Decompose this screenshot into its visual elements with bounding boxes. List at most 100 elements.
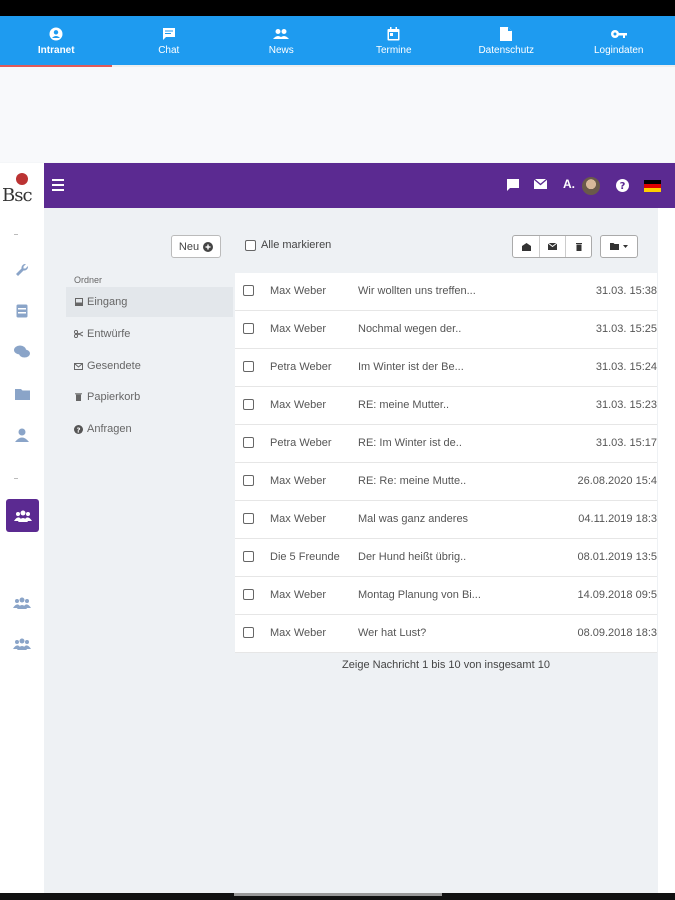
new-message-button[interactable]: Neu [171,235,221,258]
new-button-label: Neu [178,240,200,253]
message-subject: RE: Im Winter ist de.. [358,437,462,449]
chat-bubble-icon[interactable] [507,179,519,191]
message-subject: Der Hund heißt übrig.. [358,551,467,563]
envelope-open-icon [521,242,531,251]
menu-icon[interactable] [52,179,64,194]
folder-entwuerfe[interactable]: Entwürfe [66,319,233,349]
left-sidebar: Bsc [0,163,44,893]
document-icon [500,26,513,42]
tab-label: Chat [158,44,180,56]
svg-text:?: ? [620,181,626,192]
row-checkbox[interactable] [243,437,254,448]
right-margin [658,208,675,893]
row-checkbox[interactable] [243,551,254,562]
message-sender: Petra Weber [270,361,332,373]
row-checkbox[interactable] [243,399,254,410]
message-row[interactable]: Max Weber Wir wollten uns treffen... 31.03… [235,273,657,311]
divider [14,234,18,235]
tab-logindaten[interactable]: Logindaten [563,16,675,65]
message-sender: Max Weber [270,285,327,297]
scissors-icon [74,330,83,338]
group-icon[interactable] [13,594,31,612]
folder-label: Entwürfe [87,328,131,340]
row-checkbox[interactable] [243,627,254,638]
user-icon[interactable] [13,426,31,444]
folder-label: Papierkorb [87,391,141,403]
wrench-icon[interactable] [13,261,31,279]
key-icon [610,26,627,42]
folder-eingang[interactable]: Eingang [66,287,233,317]
message-date: 08.09.2018 18:3 [577,627,657,639]
mark-read-button[interactable] [513,236,539,257]
tab-label: News [268,44,294,56]
message-row[interactable]: Petra Weber RE: Im Winter ist de.. 31.03. … [235,425,657,463]
users-icon[interactable] [6,499,39,532]
row-checkbox[interactable] [243,323,254,334]
checkbox[interactable] [245,239,256,251]
message-row[interactable]: Max Weber Nochmal wegen der.. 31.03. 15:25 [235,311,657,349]
folder-icon[interactable] [13,385,31,403]
home-indicator [234,893,442,896]
message-row[interactable]: Max Weber RE: meine Mutter.. 31.03. 15:23 [235,387,657,425]
message-row[interactable]: Die 5 Freunde Der Hund heißt übrig.. 08.01… [235,539,657,577]
german-flag-icon[interactable] [644,180,661,192]
folder-papierkorb[interactable]: Papierkorb [66,382,233,412]
message-row[interactable]: Max Weber Montag Planung von Bi... 14.09.2… [235,577,657,615]
mark-all-checkbox[interactable]: Alle markieren [245,239,331,251]
message-row[interactable]: Max Weber Wer hat Lust? 08.09.2018 18:3 [235,615,657,653]
row-checkbox[interactable] [243,513,254,524]
tab-termine[interactable]: Termine [338,16,451,65]
app-header: A. ? [44,163,675,208]
message-date: 31.03. 15:24 [595,361,657,373]
message-sender: Max Weber [270,589,327,601]
caret-down-icon [623,245,628,248]
tab-datenschutz[interactable]: Datenschutz [450,16,563,65]
message-date: 26.08.2020 15:4 [577,475,657,487]
inbox-icon [74,298,83,306]
message-subject: Montag Planung von Bi... [358,589,481,601]
avatar[interactable] [582,177,600,195]
user-name[interactable]: A. [563,177,575,191]
row-checkbox[interactable] [243,361,254,372]
move-to-folder-dropdown[interactable] [600,235,638,258]
message-row[interactable]: Max Weber RE: Re: meine Mutte.. 26.08.2020… [235,463,657,501]
mail-icon[interactable] [534,179,547,189]
storage-icon[interactable] [13,302,31,320]
help-icon[interactable]: ? [616,179,629,192]
envelope-icon [548,243,557,250]
delete-button[interactable] [565,236,591,257]
folder-label: Gesendete [87,360,141,372]
comments-icon[interactable] [13,343,31,361]
folder-anfragen[interactable]: ? Anfragen [66,414,233,444]
tab-label: Logindaten [594,44,644,56]
row-checkbox[interactable] [243,589,254,600]
question-icon: ? [74,424,83,434]
message-date: 31.03. 15:23 [595,399,657,411]
bottom-bar [0,893,675,900]
mail-content: Neu Ordner Eingang Entwürfe Gesendete Pa… [44,208,658,893]
status-bar [0,0,675,16]
message-date: 14.09.2018 09:5 [577,589,657,601]
tab-news[interactable]: News [225,16,338,65]
message-sender: Max Weber [270,627,327,639]
message-sender: Petra Weber [270,437,332,449]
blank-area [0,67,675,162]
pagination-info: Zeige Nachricht 1 bis 10 von insgesamt 1… [342,659,550,671]
message-actions [512,235,592,258]
row-checkbox[interactable] [243,475,254,486]
tab-label: Termine [375,44,412,56]
group-icon[interactable] [13,635,31,653]
message-row[interactable]: Petra Weber Im Winter ist der Be... 31.03.… [235,349,657,387]
tab-chat[interactable]: Chat [113,16,226,65]
mark-unread-button[interactable] [539,236,565,257]
folders-heading: Ordner [74,275,103,285]
logo[interactable]: Bsc [2,173,42,209]
folder-gesendete[interactable]: Gesendete [66,351,233,381]
message-sender: Die 5 Freunde [270,551,340,563]
chat-icon [162,26,176,42]
message-row[interactable]: Max Weber Mal was ganz anderes 04.11.2019 … [235,501,657,539]
row-checkbox[interactable] [243,285,254,296]
tab-intranet[interactable]: Intranet [0,16,113,65]
message-subject: Wer hat Lust? [358,627,427,639]
message-date: 04.11.2019 18:3 [578,513,657,525]
